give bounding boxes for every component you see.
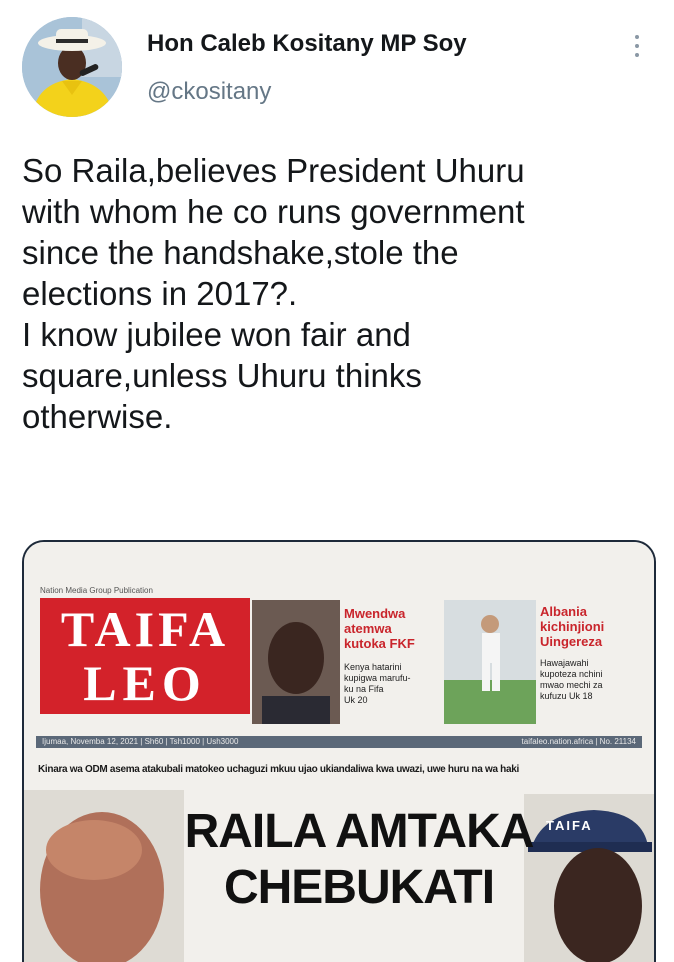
dateline-right: taifaleo.nation.africa | No. 21134 (521, 737, 636, 746)
author-handle[interactable]: @ckositany (147, 78, 271, 106)
teaser2-subtext: Hawajawahi kupoteza nchini mwao mechi za… (540, 658, 603, 701)
more-dot (635, 53, 639, 57)
teaser1-headline: Mwendwa atemwa kutoka FKF (344, 606, 415, 651)
newspaper-masthead: TAIFA LEO (40, 598, 250, 714)
teaser-photo-footballer (444, 600, 536, 724)
headline-line2: CHEBUKATI (223, 861, 495, 914)
masthead-line1: TAIFA (60, 601, 230, 657)
newspaper-front-page: Nation Media Group Publication TAIFA LEO… (24, 542, 654, 962)
more-dot (635, 35, 639, 39)
tweet-text: So Raila,believes President Uhuru with w… (22, 152, 525, 435)
tweet-media-image[interactable]: Nation Media Group Publication TAIFA LEO… (22, 540, 656, 962)
author-display-name[interactable]: Hon Caleb Kositany MP Soy (147, 30, 467, 58)
publisher-line: Nation Media Group Publication (40, 586, 153, 595)
front-photo-left (24, 790, 184, 962)
hat-label: TAIFA (546, 818, 593, 833)
dateline-left: Ijumaa, Novemba 12, 2021 | Sh60 | Tsh100… (42, 737, 239, 746)
more-dot (635, 44, 639, 48)
newspaper-strapline: Kinara wa ODM asema atakubali matokeo uc… (38, 764, 519, 775)
avatar[interactable] (22, 17, 122, 117)
headline-line1: RAILA AMTAKA (184, 805, 535, 858)
newspaper-dateline: Ijumaa, Novemba 12, 2021 | Sh60 | Tsh100… (36, 736, 642, 748)
teaser2-headline: Albania kichinjioni Uingereza (540, 604, 605, 649)
avatar-image (22, 17, 122, 117)
more-vertical-icon[interactable] (622, 28, 652, 64)
front-page-headline: RAILA AMTAKA CHEBUKATI (174, 804, 544, 916)
teaser1-subtext: Kenya hatarini kupigwa marufu- ku na Fif… (344, 662, 411, 705)
teaser-photo-man (252, 600, 340, 724)
tweet-header: Hon Caleb Kositany MP Soy @ckositany (0, 0, 674, 130)
masthead-line2: LEO (83, 655, 207, 711)
